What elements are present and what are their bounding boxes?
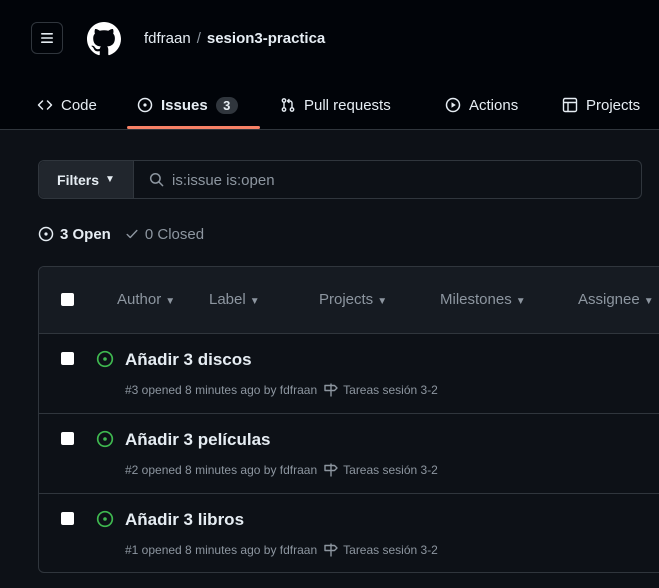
- issues-list: Author ▼ Label ▼ Projects ▼ Milestones ▼ Ass…: [38, 266, 659, 573]
- milestone-icon: [324, 383, 338, 397]
- issue-opened-info: #3 opened 8 minutes ago by fdfraan: [125, 383, 318, 397]
- breadcrumb-separator: /: [196, 30, 201, 47]
- repo-owner-link[interactable]: fdfraan: [144, 30, 191, 47]
- active-tab-underline: [127, 126, 260, 129]
- issue-opened-icon: [96, 350, 114, 373]
- issue-opened-icon: [96, 510, 114, 533]
- issue-opened-icon: [38, 226, 54, 242]
- issue-opened-info: #2 opened 8 minutes ago by fdfraan: [125, 463, 318, 477]
- tab-label: Code: [61, 96, 97, 114]
- tab-actions[interactable]: Actions: [445, 80, 518, 130]
- repo-breadcrumb: fdfraan / sesion3-practica: [144, 30, 325, 47]
- issue-meta: #1 opened 8 minutes ago by fdfraan Tarea…: [125, 543, 438, 557]
- issue-meta: #2 opened 8 minutes ago by fdfraan Tarea…: [125, 463, 438, 477]
- play-icon: [445, 97, 461, 113]
- issue-checkbox[interactable]: [61, 432, 74, 445]
- caret-down-icon: ▼: [105, 174, 115, 185]
- tab-label: Projects: [586, 96, 641, 114]
- repo-name-link[interactable]: sesion3-practica: [207, 30, 325, 47]
- milestones-filter-label: Milestones: [440, 291, 512, 308]
- milestone-label: Tareas sesión 3-2: [343, 463, 438, 477]
- label-filter[interactable]: Label ▼: [209, 291, 260, 308]
- issue-state-toggle: 3 Open 0 Closed: [38, 224, 204, 244]
- author-filter-label: Author: [117, 291, 162, 308]
- issue-opened-info: #1 opened 8 minutes ago by fdfraan: [125, 543, 318, 557]
- caret-down-icon: ▼: [515, 296, 526, 307]
- table-icon: [562, 97, 578, 113]
- closed-issues-link[interactable]: 0 Closed: [125, 226, 204, 243]
- issues-counter-badge: 3: [215, 96, 238, 114]
- milestone-icon: [324, 543, 338, 557]
- filters-search-bar: Filters ▼: [38, 160, 642, 199]
- issue-checkbox[interactable]: [61, 512, 74, 525]
- code-icon: [37, 97, 53, 113]
- issue-title-link[interactable]: Añadir 3 películas: [125, 430, 271, 450]
- open-issues-link[interactable]: 3 Open: [38, 226, 111, 243]
- select-all-checkbox[interactable]: [61, 293, 74, 306]
- issue-row[interactable]: Añadir 3 discos #3 opened 8 minutes ago …: [39, 334, 659, 414]
- assignee-filter-label: Assignee: [578, 291, 640, 308]
- repo-tabs: Code Issues 3 Pull requests Actions Proj…: [0, 80, 659, 130]
- milestones-filter[interactable]: Milestones ▼: [440, 291, 526, 308]
- hamburger-icon: [41, 33, 53, 43]
- caret-down-icon: ▼: [165, 296, 176, 307]
- projects-filter-label: Projects: [319, 291, 374, 308]
- filters-button[interactable]: Filters ▼: [39, 161, 134, 198]
- caret-down-icon: ▼: [249, 296, 260, 307]
- caret-down-icon: ▼: [643, 296, 654, 307]
- issues-list-header: Author ▼ Label ▼ Projects ▼ Milestones ▼ Ass…: [39, 267, 659, 334]
- milestone-link[interactable]: Tareas sesión 3-2: [323, 463, 438, 477]
- milestone-label: Tareas sesión 3-2: [343, 383, 438, 397]
- issue-row[interactable]: Añadir 3 películas #2 opened 8 minutes a…: [39, 414, 659, 494]
- milestone-icon: [324, 463, 338, 477]
- filters-label: Filters: [57, 171, 100, 188]
- check-icon: [125, 227, 139, 241]
- issue-row[interactable]: Añadir 3 libros #1 opened 8 minutes ago …: [39, 494, 659, 572]
- tab-pull-requests[interactable]: Pull requests: [280, 80, 391, 130]
- tab-label: Issues: [161, 96, 208, 114]
- closed-count-label: 0 Closed: [144, 225, 205, 243]
- caret-down-icon: ▼: [377, 296, 388, 307]
- issue-opened-icon: [137, 97, 153, 113]
- projects-filter[interactable]: Projects ▼: [319, 291, 387, 308]
- milestone-link[interactable]: Tareas sesión 3-2: [323, 383, 438, 397]
- issue-title-link[interactable]: Añadir 3 discos: [125, 350, 252, 370]
- github-logo-icon[interactable]: [87, 22, 121, 56]
- issue-title-link[interactable]: Añadir 3 libros: [125, 510, 244, 530]
- hamburger-menu-button[interactable]: [31, 22, 63, 54]
- search-icon: [149, 172, 164, 192]
- issue-opened-icon: [96, 430, 114, 453]
- milestone-link[interactable]: Tareas sesión 3-2: [323, 543, 438, 557]
- issue-search-input[interactable]: [172, 169, 622, 191]
- assignee-filter[interactable]: Assignee ▼: [578, 291, 654, 308]
- author-filter[interactable]: Author ▼: [117, 291, 175, 308]
- repo-header: fdfraan / sesion3-practica Code Issues 3 P…: [0, 0, 659, 130]
- label-filter-label: Label: [209, 291, 246, 308]
- tab-projects[interactable]: Projects: [562, 80, 640, 130]
- tab-label: Pull requests: [304, 96, 391, 114]
- git-pull-request-icon: [280, 97, 296, 113]
- open-count-label: 3 Open: [60, 225, 111, 243]
- milestone-label: Tareas sesión 3-2: [343, 543, 438, 557]
- tab-label: Actions: [469, 96, 519, 114]
- issue-meta: #3 opened 8 minutes ago by fdfraan Tarea…: [125, 383, 438, 397]
- issue-checkbox[interactable]: [61, 352, 74, 365]
- tab-issues[interactable]: Issues 3: [137, 80, 238, 130]
- tab-code[interactable]: Code: [37, 80, 97, 130]
